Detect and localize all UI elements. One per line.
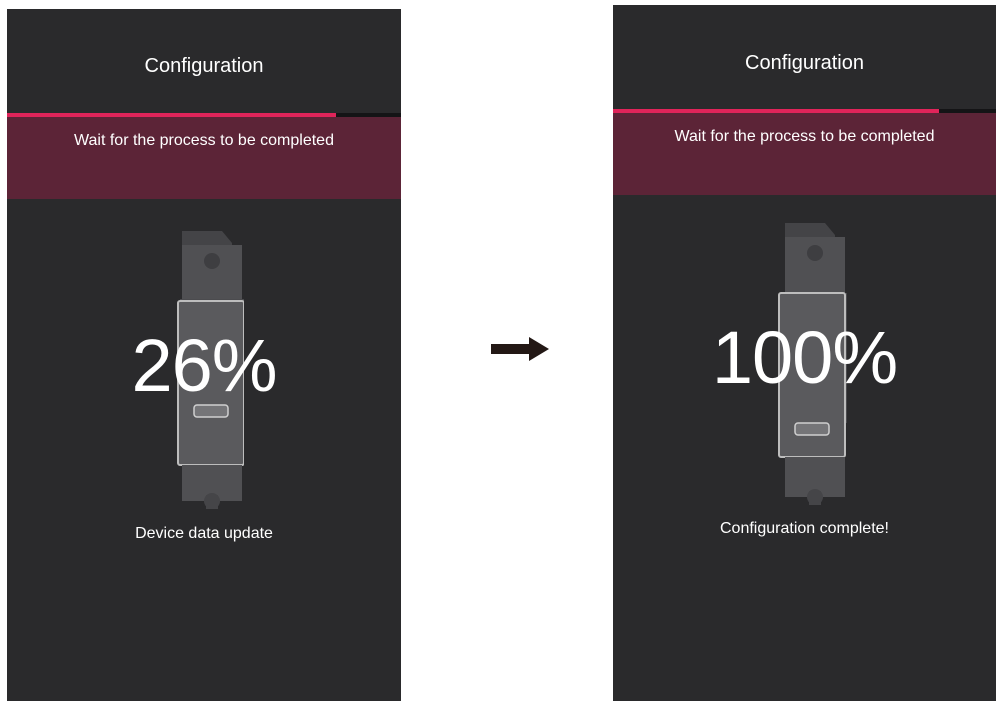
progress-percent: 100%: [711, 316, 898, 399]
progress-percent: 26%: [131, 324, 277, 407]
banner-message: Wait for the process to be completed: [74, 132, 334, 149]
status-text: Configuration complete!: [720, 520, 889, 537]
screen-device-data-update: Configuration Wait for the process to be…: [7, 9, 401, 701]
arrow-right-icon: [491, 337, 549, 361]
screen-configuration-complete: Configuration Wait for the process to be…: [613, 5, 996, 701]
info-banner: Wait for the process to be completed: [613, 113, 996, 195]
status-text: Device data update: [135, 525, 273, 542]
page-title: Configuration: [745, 52, 864, 74]
banner-message: Wait for the process to be completed: [674, 128, 935, 145]
info-banner: Wait for the process to be completed: [7, 117, 401, 199]
page-title: Configuration: [144, 55, 264, 77]
